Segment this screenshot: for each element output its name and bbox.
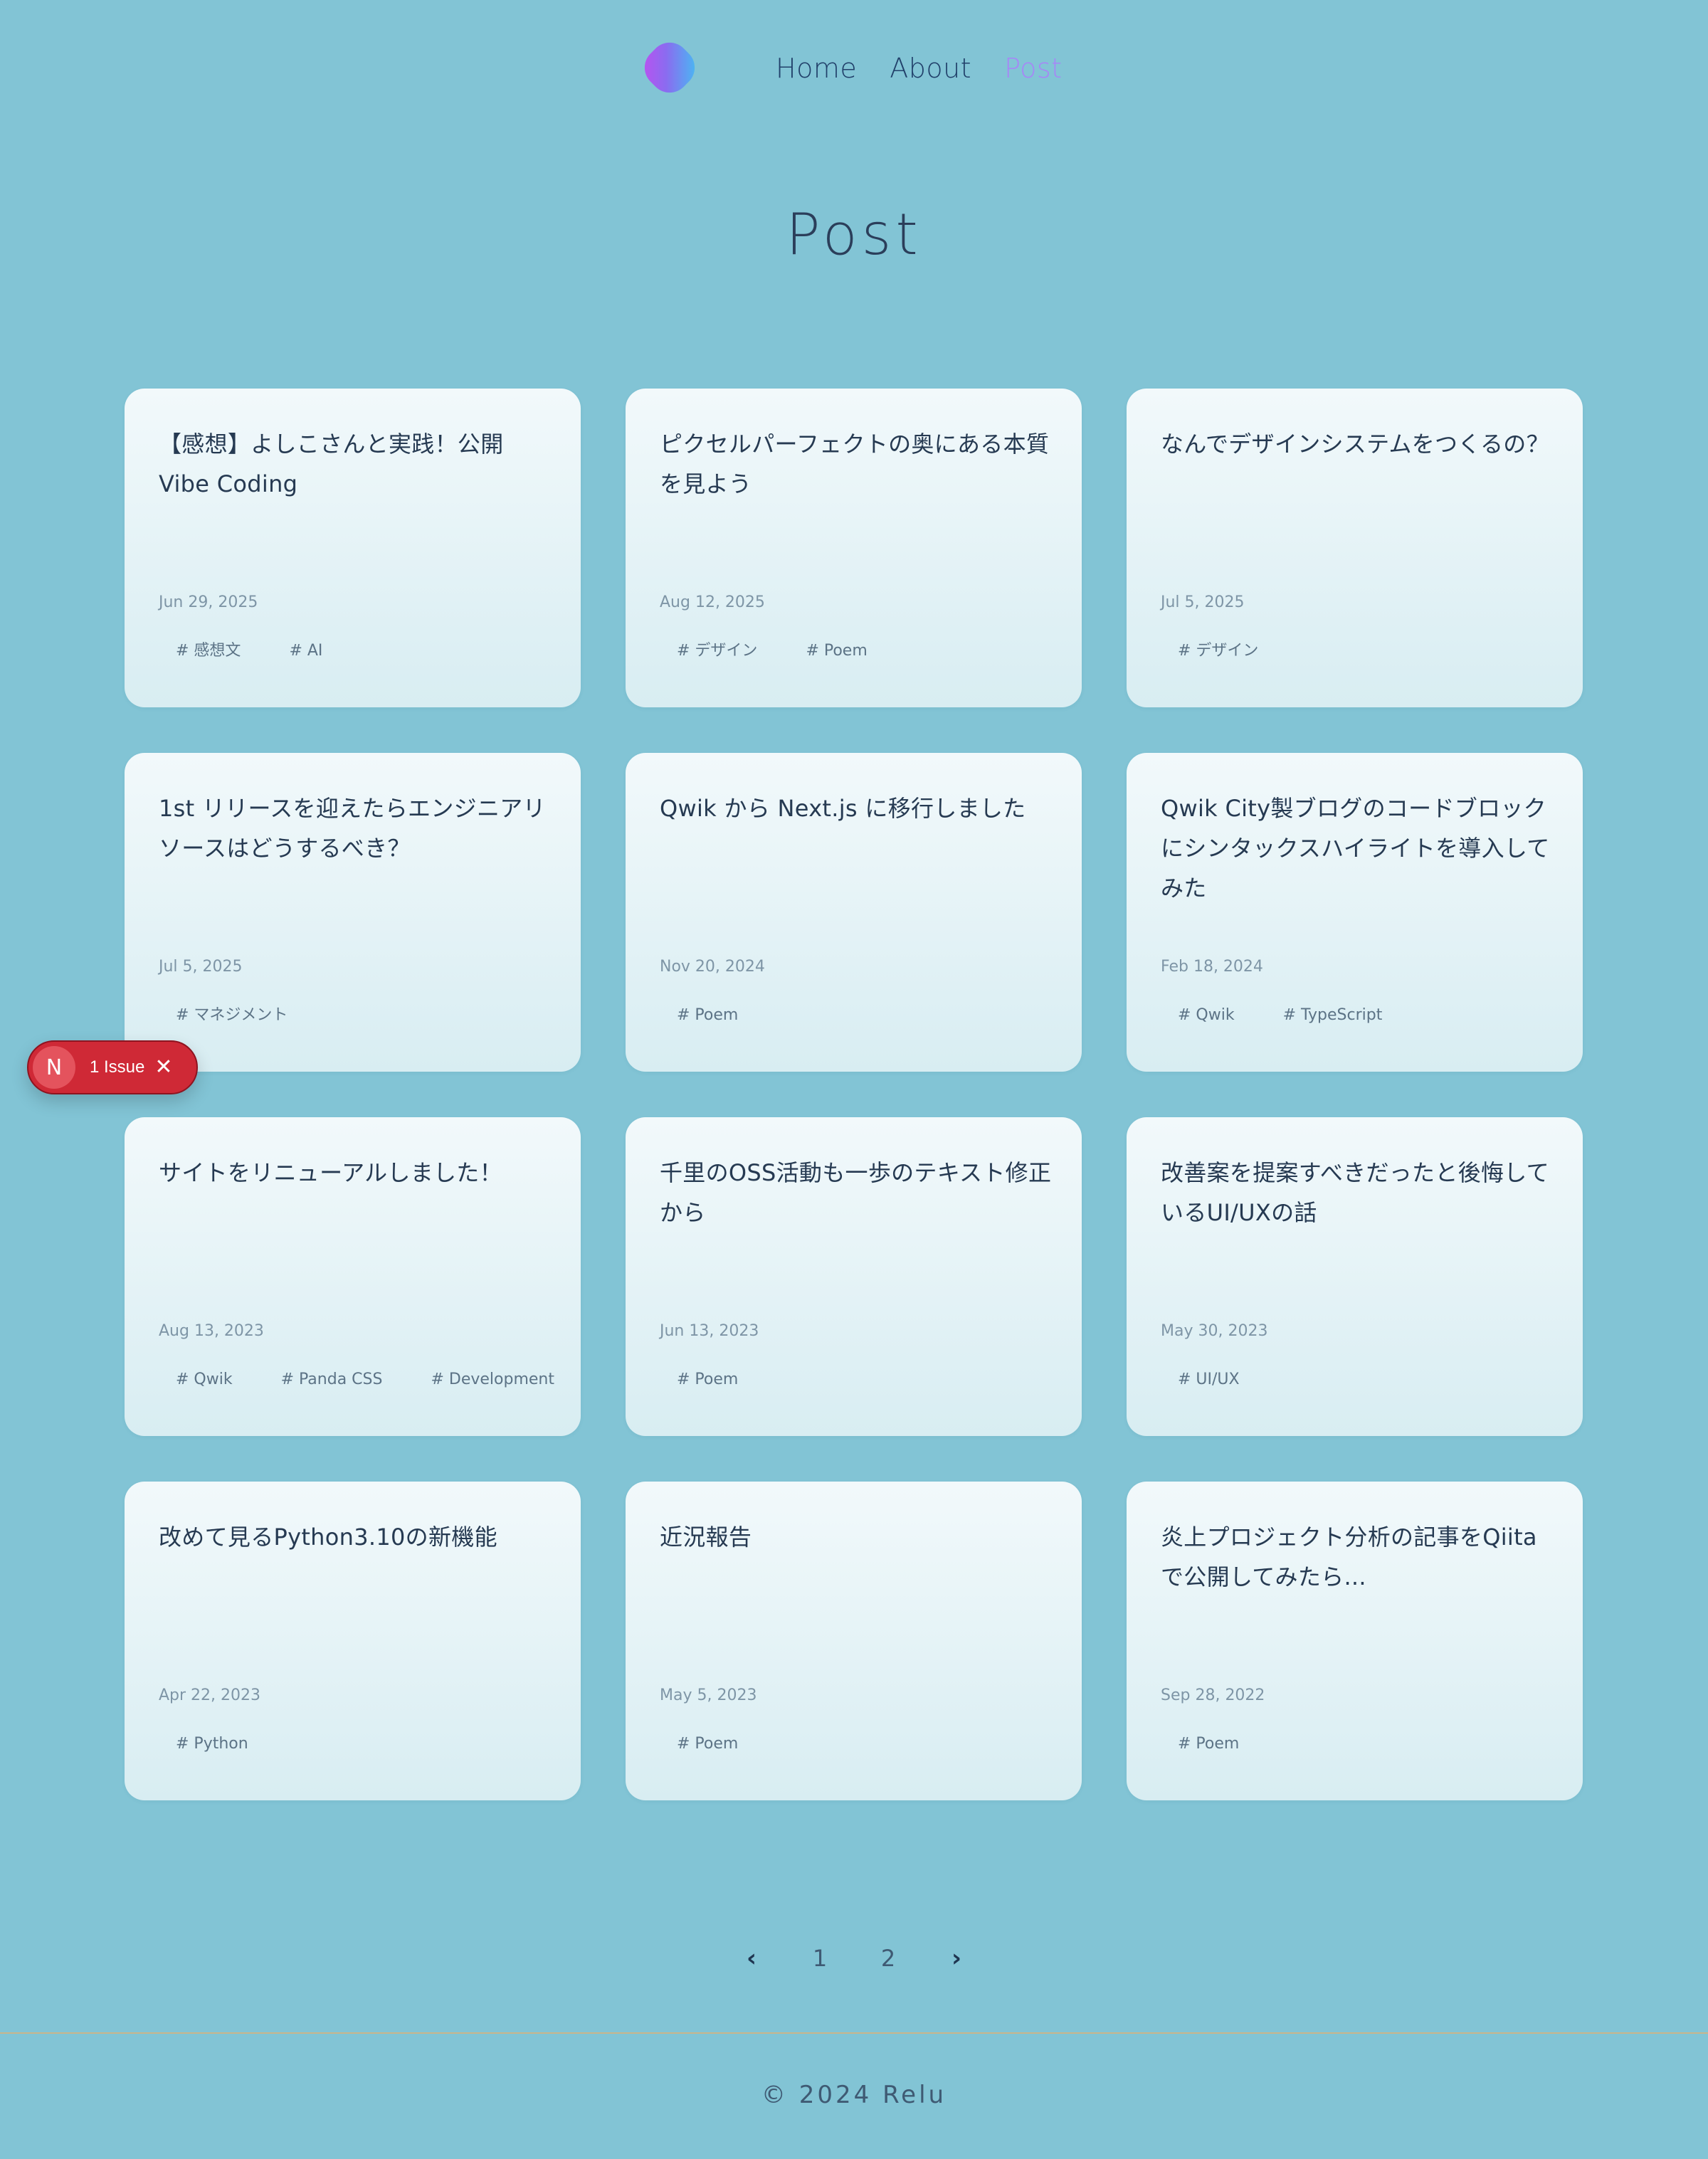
post-card-tags: # Qwik # Panda CSS # Development [159,1369,571,1390]
post-card-date: Feb 18, 2024 [1161,958,1263,976]
pagination: ‹ 1 2 › [0,1937,1708,1980]
logo-icon[interactable] [636,34,703,101]
post-card-tags: # マネジメント [159,1005,305,1026]
main-nav: Home About Post [776,47,1063,90]
nav-post-link[interactable]: Post [1004,47,1063,90]
post-card-date: May 30, 2023 [1161,1322,1268,1340]
post-card[interactable]: Qwik City製ブログのコードブロックにシンタックスハイライトを導入してみた… [1127,753,1583,1072]
post-card[interactable]: Qwik から Next.js に移行しました Nov 20, 2024 # Poe… [626,753,1082,1072]
post-card-date: May 5, 2023 [660,1686,757,1704]
post-tag[interactable]: # UI/UX [1161,1369,1257,1390]
post-tag[interactable]: # Development [413,1369,571,1390]
post-card-tags: # Poem [660,1369,755,1390]
post-card-date: Jun 29, 2025 [159,593,258,611]
nav-home-link[interactable]: Home [776,47,857,90]
post-tag[interactable]: # Poem [789,640,884,662]
post-tag[interactable]: # Python [159,1733,265,1755]
post-card-date: Jul 5, 2025 [1161,593,1245,611]
post-card-date: Jul 5, 2025 [159,958,243,976]
post-card[interactable]: なんでデザインシステムをつくるの？ Jul 5, 2025 # デザイン [1127,389,1583,707]
post-card-title[interactable]: 1st リリースを迎えたらエンジニアリソースはどうするべき？ [159,788,554,868]
issue-count-label[interactable]: 1 Issue [90,1057,144,1077]
nextjs-n-icon[interactable]: N [33,1046,75,1089]
post-card[interactable]: 炎上プロジェクト分析の記事をQiitaで公開してみたら... Sep 28, 20… [1127,1482,1583,1800]
issue-badge[interactable]: N 1 Issue ✕ [27,1040,198,1094]
post-card-title[interactable]: 改善案を提案すべきだったと後悔しているUI/UXの話 [1161,1153,1556,1232]
post-card-tags: # Qwik # TypeScript [1161,1005,1399,1026]
post-card[interactable]: 近況報告 May 5, 2023 # Poem [626,1482,1082,1800]
post-card-title[interactable]: 近況報告 [660,1517,1055,1557]
chevron-left-icon[interactable]: ‹ [717,1937,786,1980]
post-card[interactable]: ピクセルパーフェクトの奥にある本質を見よう Aug 12, 2025 # デザイン #… [626,389,1082,707]
post-card-title[interactable]: 【感想】よしこさんと実践！公開 Vibe Coding [159,424,554,504]
post-card-tags: # Python [159,1733,265,1755]
post-tag[interactable]: # AI [272,640,339,662]
post-tag[interactable]: # Panda CSS [264,1369,400,1390]
post-tag[interactable]: # Poem [1161,1733,1256,1755]
post-grid: 【感想】よしこさんと実践！公開 Vibe Coding Jun 29, 2025 #… [125,389,1583,1800]
post-tag[interactable]: # Poem [660,1005,755,1026]
post-card-date: Nov 20, 2024 [660,958,765,976]
post-card-title[interactable]: ピクセルパーフェクトの奥にある本質を見よう [660,424,1055,504]
post-tag[interactable]: # デザイン [660,640,774,662]
post-card-tags: # Poem [660,1005,755,1026]
post-card-date: Aug 12, 2025 [660,593,765,611]
nav-about-link[interactable]: About [890,47,971,90]
post-card[interactable]: 改善案を提案すべきだったと後悔しているUI/UXの話 May 30, 2023 # … [1127,1117,1583,1436]
post-tag[interactable]: # デザイン [1161,640,1275,662]
site-header: Home About Post [0,0,1708,138]
post-card[interactable]: 改めて見るPython3.10の新機能 Apr 22, 2023 # Python [125,1482,581,1800]
page-2-link[interactable]: 2 [854,1937,922,1980]
page-title: Post [786,201,922,268]
post-card-title[interactable]: 改めて見るPython3.10の新機能 [159,1517,554,1557]
post-card-date: Aug 13, 2023 [159,1322,264,1340]
post-tag[interactable]: # Qwik [1161,1005,1252,1026]
post-card-date: Apr 22, 2023 [159,1686,261,1704]
post-card-tags: # デザイン [1161,640,1275,662]
footer-copyright: © 2024 Relu [761,2081,947,2109]
post-tag[interactable]: # Qwik [159,1369,250,1390]
post-tag[interactable]: # TypeScript [1266,1005,1400,1026]
post-card[interactable]: 千里のOSS活動も一歩のテキスト修正から Jun 13, 2023 # Poem [626,1117,1082,1436]
post-card-title[interactable]: サイトをリニューアルしました！ [159,1153,554,1193]
post-card-title[interactable]: Qwik から Next.js に移行しました [660,788,1055,828]
post-card-title[interactable]: 炎上プロジェクト分析の記事をQiitaで公開してみたら... [1161,1517,1556,1597]
close-icon[interactable]: ✕ [154,1057,172,1078]
footer-divider [0,2032,1708,2034]
post-card-tags: # Poem [1161,1733,1256,1755]
post-tag[interactable]: # Poem [660,1369,755,1390]
post-card-tags: # 感想文 # AI [159,640,339,662]
page-1-link[interactable]: 1 [786,1937,854,1980]
post-card[interactable]: 1st リリースを迎えたらエンジニアリソースはどうするべき？ Jul 5, 202… [125,753,581,1072]
post-card-title[interactable]: Qwik City製ブログのコードブロックにシンタックスハイライトを導入してみた [1161,788,1556,908]
post-card-tags: # Poem [660,1733,755,1755]
post-card-tags: # UI/UX [1161,1369,1257,1390]
post-card[interactable]: 【感想】よしこさんと実践！公開 Vibe Coding Jun 29, 2025 #… [125,389,581,707]
chevron-right-icon[interactable]: › [922,1937,991,1980]
post-card-title[interactable]: 千里のOSS活動も一歩のテキスト修正から [660,1153,1055,1232]
post-tag[interactable]: # Poem [660,1733,755,1755]
post-card-date: Jun 13, 2023 [660,1322,759,1340]
post-card-date: Sep 28, 2022 [1161,1686,1265,1704]
post-tag[interactable]: # 感想文 [159,640,258,662]
post-card[interactable]: サイトをリニューアルしました！ Aug 13, 2023 # Qwik # Panda… [125,1117,581,1436]
post-card-title[interactable]: なんでデザインシステムをつくるの？ [1161,424,1556,464]
post-tag[interactable]: # マネジメント [159,1005,305,1026]
post-card-tags: # デザイン # Poem [660,640,885,662]
